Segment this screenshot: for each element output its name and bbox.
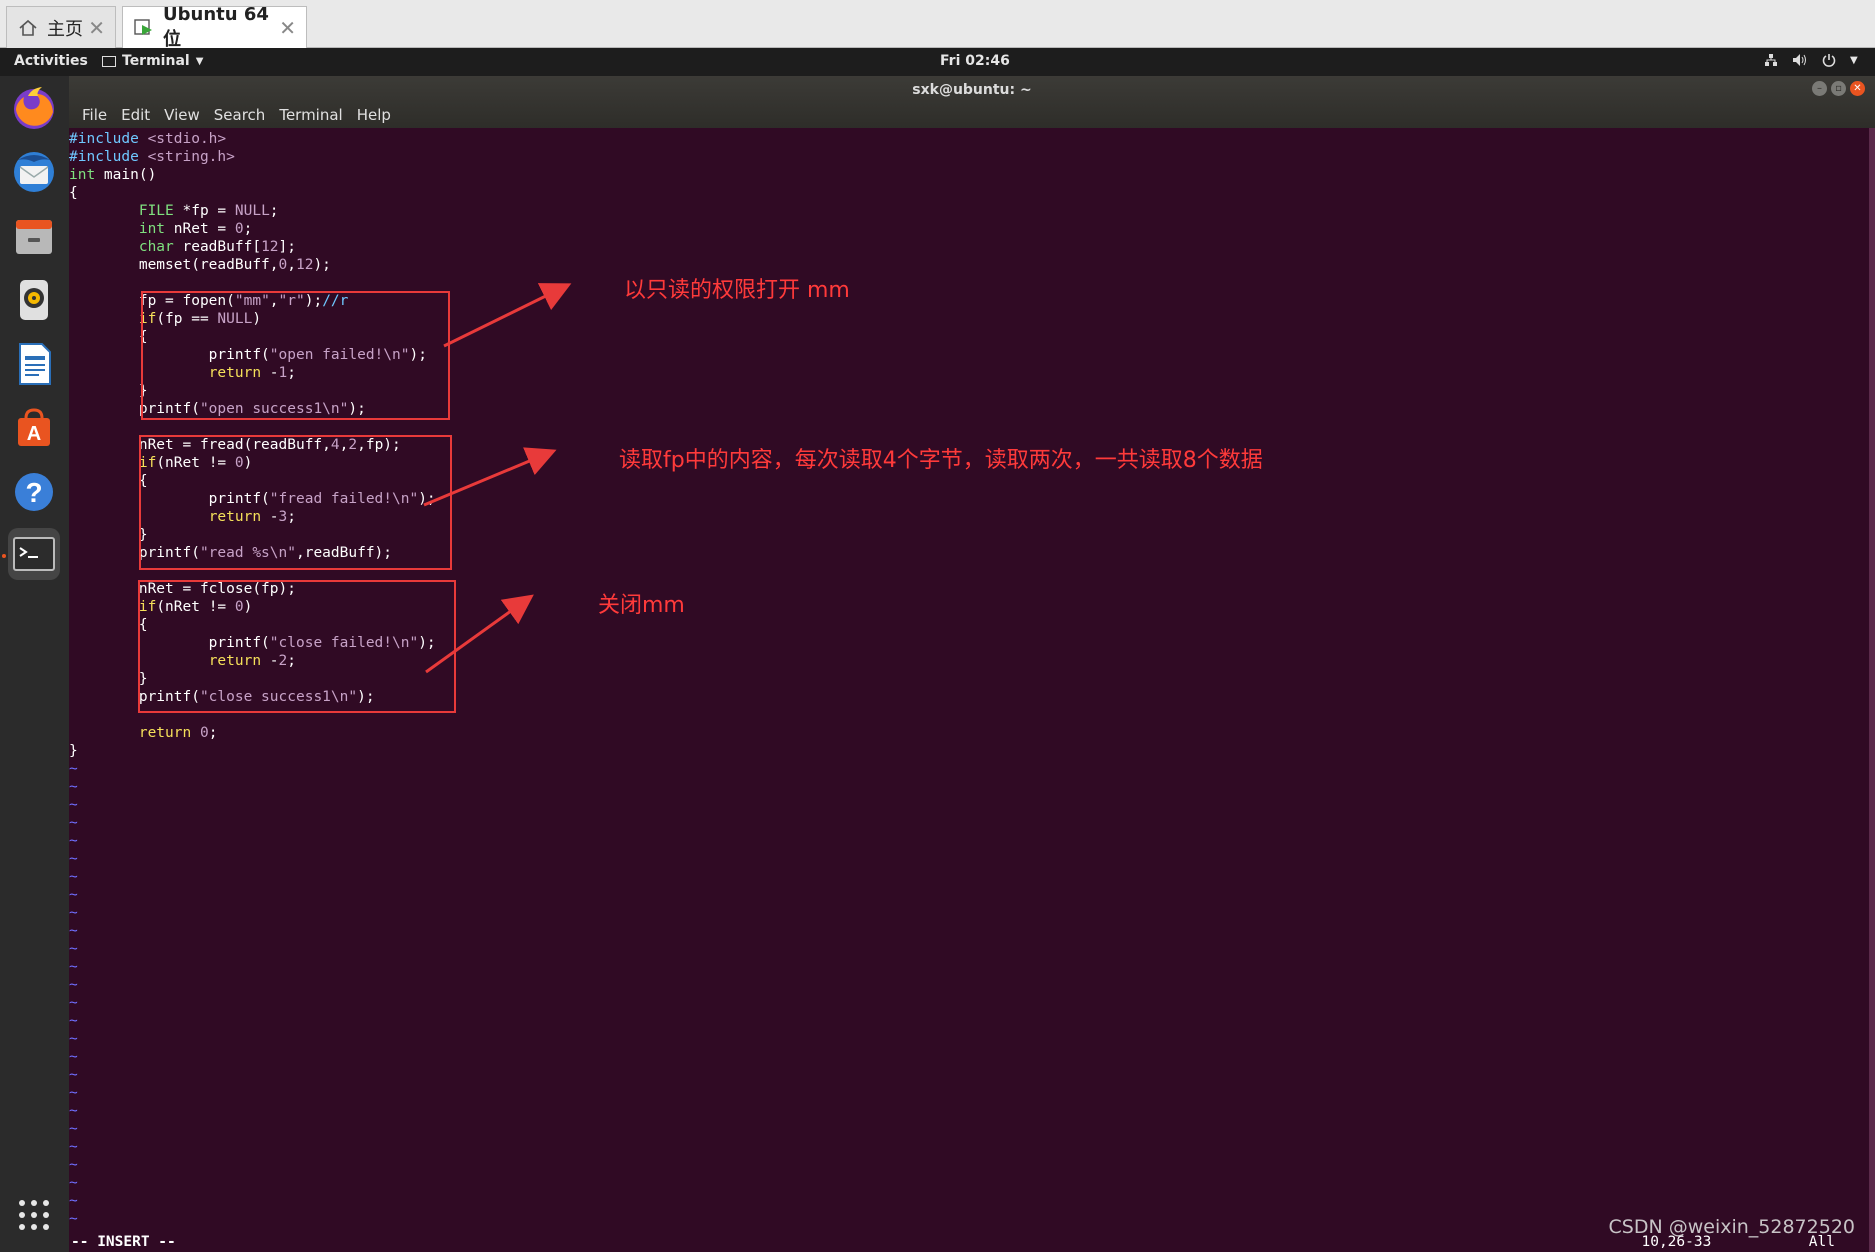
- window-controls: – ▫ ✕: [1812, 81, 1865, 96]
- show-applications-icon[interactable]: [19, 1200, 51, 1232]
- vm-tab-home[interactable]: 主页 ✕: [6, 6, 116, 48]
- empty-line-marker: ~: [69, 941, 78, 957]
- empty-line-marker: ~: [69, 815, 78, 831]
- activities-button[interactable]: Activities: [14, 53, 88, 69]
- empty-line-marker: ~: [69, 1031, 78, 1047]
- firefox-icon[interactable]: [8, 82, 60, 134]
- code-line: {: [69, 185, 78, 201]
- code-line: char readBuff[12];: [138, 239, 297, 255]
- code-line: return 0;: [138, 725, 218, 741]
- empty-line-marker: ~: [69, 1013, 78, 1029]
- code-line: int nRet = 0;: [138, 221, 253, 237]
- code-line: memset(readBuff,0,12);: [69, 257, 331, 273]
- menu-item-file[interactable]: File: [75, 106, 114, 124]
- code-line: #include <string.h>: [69, 149, 235, 165]
- empty-line-marker: ~: [69, 1157, 78, 1173]
- maximize-icon[interactable]: ▫: [1831, 81, 1846, 96]
- terminal-icon[interactable]: [8, 528, 60, 580]
- empty-line-marker: ~: [69, 1085, 78, 1101]
- code-line: }: [69, 743, 78, 759]
- app-menu-label: Terminal: [122, 53, 190, 69]
- thunderbird-icon[interactable]: [8, 146, 60, 198]
- empty-line-marker: ~: [69, 851, 78, 867]
- vm-tab-bar: 主页 ✕ Ubuntu 64 位 ✕: [0, 0, 1875, 50]
- annotation-fread: 读取fp中的内容，每次读取4个字节，读取两次，一共读取8个数据: [619, 448, 1263, 473]
- empty-line-marker: ~: [69, 1067, 78, 1083]
- menu-item-edit[interactable]: Edit: [114, 106, 157, 124]
- rhythmbox-icon[interactable]: [8, 274, 60, 326]
- menu-item-terminal[interactable]: Terminal: [272, 106, 349, 124]
- empty-line-marker: ~: [69, 905, 78, 921]
- vm-tab-label: Ubuntu 64 位: [163, 4, 269, 50]
- empty-line-marker: ~: [69, 1193, 78, 1209]
- system-tray[interactable]: ▼: [1764, 53, 1858, 67]
- code-line: int main(): [69, 167, 157, 183]
- software-icon[interactable]: A: [8, 402, 60, 454]
- empty-line-marker: ~: [69, 923, 78, 939]
- vm-tab-label: 主页: [47, 18, 83, 40]
- minimize-icon[interactable]: –: [1812, 81, 1827, 96]
- empty-line-marker: ~: [69, 869, 78, 885]
- chevron-down-icon: ▼: [195, 55, 204, 67]
- empty-line-marker: ~: [69, 1049, 78, 1065]
- terminal-small-icon: [102, 55, 116, 67]
- empty-line-marker: ~: [69, 779, 78, 795]
- empty-line-marker: ~: [69, 1175, 78, 1191]
- empty-line-marker: ~: [69, 797, 78, 813]
- menu-item-view[interactable]: View: [157, 106, 207, 124]
- terminal-titlebar: sxk@ubuntu: ~ – ▫ ✕ File Edit View Search Te…: [69, 76, 1875, 128]
- annotation-fclose: 关闭mm: [598, 593, 685, 618]
- empty-line-marker: ~: [69, 887, 78, 903]
- ubuntu-top-bar: Activities Terminal ▼ Fri 02:46 ▼: [0, 48, 1875, 76]
- app-menu[interactable]: Terminal ▼: [102, 53, 203, 69]
- empty-line-marker: ~: [69, 995, 78, 1011]
- files-icon[interactable]: [8, 210, 60, 262]
- terminal-menubar: File Edit View Search Terminal Help: [75, 106, 398, 124]
- annotation-box-fclose: [138, 580, 456, 713]
- home-icon: [17, 17, 39, 39]
- close-icon[interactable]: ✕: [1850, 81, 1865, 96]
- network-icon: [1765, 54, 1777, 66]
- window-title: sxk@ubuntu: ~: [912, 82, 1032, 98]
- watermark: CSDN @weixin_52872520: [1608, 1216, 1856, 1238]
- volume-icon: [1793, 54, 1806, 66]
- scrollbar[interactable]: [1869, 128, 1875, 1252]
- empty-line-marker: ~: [69, 833, 78, 849]
- empty-line-marker: ~: [69, 1103, 78, 1119]
- ubuntu-dock: A ?: [0, 76, 69, 1252]
- chevron-down-icon: ▼: [1850, 54, 1858, 66]
- code-line: #include <stdio.h>: [69, 131, 227, 147]
- empty-line-marker: ~: [69, 761, 78, 777]
- menu-item-search[interactable]: Search: [207, 106, 273, 124]
- writer-icon[interactable]: [8, 338, 60, 390]
- help-icon[interactable]: ?: [8, 466, 60, 518]
- code-line: FILE *fp = NULL;: [138, 203, 279, 219]
- menu-item-help[interactable]: Help: [350, 106, 398, 124]
- empty-line-marker: ~: [69, 1211, 78, 1227]
- vim-mode-indicator: -- INSERT --: [71, 1234, 176, 1250]
- close-icon[interactable]: ✕: [88, 16, 105, 40]
- svg-text:?: ?: [25, 477, 42, 508]
- power-icon: [1822, 54, 1836, 67]
- clock[interactable]: Fri 02:46: [940, 53, 1010, 69]
- empty-line-marker: ~: [69, 1121, 78, 1137]
- vm-tab-ubuntu[interactable]: Ubuntu 64 位 ✕: [122, 4, 307, 50]
- annotation-box-fopen: [141, 291, 450, 420]
- annotation-box-fread: [139, 435, 452, 570]
- empty-line-marker: ~: [69, 959, 78, 975]
- running-indicator: [2, 554, 6, 558]
- empty-line-marker: ~: [69, 1139, 78, 1155]
- close-icon[interactable]: ✕: [279, 16, 296, 40]
- empty-line-marker: ~: [69, 977, 78, 993]
- vm-icon: [133, 17, 155, 39]
- svg-text:A: A: [27, 423, 41, 445]
- annotation-fopen: 以只读的权限打开 mm: [624, 278, 850, 303]
